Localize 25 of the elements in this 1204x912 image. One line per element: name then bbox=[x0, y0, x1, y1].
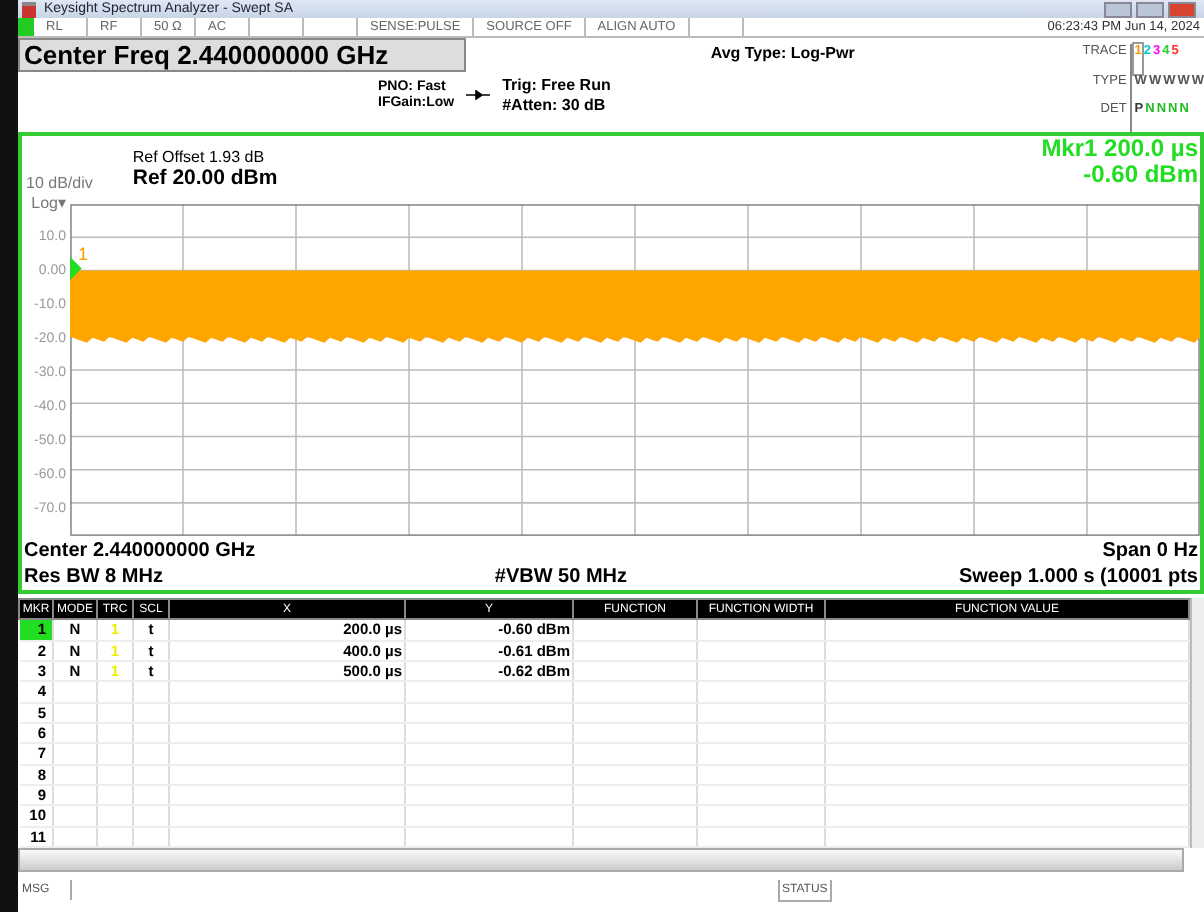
res-bw-text: Res BW 8 MHz bbox=[24, 564, 163, 590]
trigger-text: Trig: Free Run bbox=[502, 76, 611, 94]
scale-text: 10 dB/div bbox=[26, 175, 93, 192]
trigger-arrow-icon bbox=[466, 90, 491, 100]
restore-button[interactable] bbox=[1136, 1, 1164, 17]
center-text: Center 2.440000000 GHz bbox=[24, 538, 256, 564]
close-button[interactable] bbox=[1168, 1, 1196, 17]
sweep-text: Sweep 1.000 s (10001 pts bbox=[958, 564, 1198, 590]
center-freq-field[interactable]: Center Freq 2.440000000 GHz bbox=[18, 38, 466, 72]
span-text: Span 0 Hz bbox=[1102, 538, 1198, 564]
marker-number: 1 bbox=[78, 243, 89, 264]
ref-level: Ref 20.00 dBm bbox=[132, 166, 278, 190]
vertical-scrollbar[interactable] bbox=[1190, 598, 1204, 848]
app-icon bbox=[22, 1, 36, 17]
ref-offset: Ref Offset 1.93 dB bbox=[132, 148, 267, 166]
vbw-text: #VBW 50 MHz bbox=[494, 564, 628, 590]
attenuation-text: #Atten: 30 dB bbox=[502, 96, 608, 114]
marker-y-readout: -0.60 dBm bbox=[1083, 162, 1198, 188]
marker-icon[interactable] bbox=[70, 256, 82, 281]
lxi-icon bbox=[18, 18, 34, 36]
horizontal-scrollbar[interactable] bbox=[18, 848, 1184, 872]
avg-type-text: Avg Type: Log-Pwr bbox=[710, 44, 855, 66]
log-scale-text: Log▾ bbox=[29, 195, 66, 212]
minimize-button[interactable] bbox=[1104, 1, 1132, 17]
marker-x-readout: Mkr1 200.0 µs bbox=[1041, 136, 1198, 162]
